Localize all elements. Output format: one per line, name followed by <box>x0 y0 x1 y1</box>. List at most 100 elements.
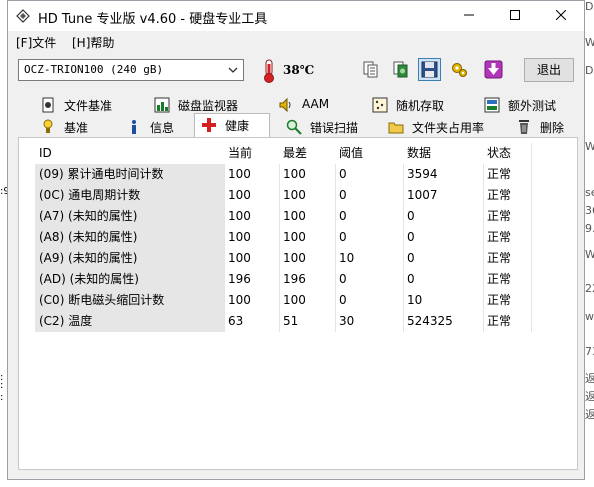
window-title: HD Tune 专业版 v4.60 - 硬盘专业工具 <box>38 12 268 27</box>
maximize-icon <box>510 10 520 20</box>
cell-worst: 100 <box>283 188 306 202</box>
speaker-icon <box>279 97 291 113</box>
tab-label: 基准 <box>64 121 89 135</box>
tab-label: 额外测试 <box>508 99 557 113</box>
options-button[interactable] <box>448 58 471 81</box>
close-button[interactable] <box>538 1 584 31</box>
cell-current: 100 <box>228 209 251 223</box>
download-icon <box>484 60 503 79</box>
cell-id: (0C) 通电周期计数 <box>35 185 224 206</box>
thermometer-icon <box>264 59 274 83</box>
save-button[interactable] <box>418 58 441 81</box>
background-text: : <box>0 392 4 403</box>
benchmark-icon <box>43 119 53 133</box>
column-header-current[interactable]: 当前 <box>224 143 279 164</box>
chevron-down-icon <box>228 67 238 73</box>
background-text: 9. <box>585 222 594 235</box>
hdtune-window: HD Tune 专业版 v4.60 - 硬盘专业工具 [F]文件 [H]帮助 O… <box>7 0 585 480</box>
cell-status: 正常 <box>487 188 512 202</box>
cell-status: 正常 <box>487 293 512 307</box>
cell-id: (C0) 断电磁头缩回计数 <box>35 290 224 311</box>
background-right-strip: D W D W se 36 9. W 22 w 73 返 返 返 <box>584 0 594 487</box>
cell-current: 100 <box>228 167 251 181</box>
health-icon <box>202 118 216 132</box>
cell-data: 524325 <box>407 314 453 328</box>
tab-folder-usage[interactable]: 文件夹占用率 <box>388 117 498 137</box>
cell-data: 0 <box>407 230 415 244</box>
tab-label: 健康 <box>225 119 250 133</box>
temperature-value: 38℃ <box>283 63 315 77</box>
save-icon <box>421 61 438 78</box>
cell-threshold: 0 <box>339 167 347 181</box>
tab-error-scan[interactable]: 错误扫描 <box>286 117 376 137</box>
column-header-status[interactable]: 状态 <box>483 143 531 164</box>
background-text: 返 <box>585 408 594 421</box>
minimize-icon <box>464 14 474 16</box>
cell-status: 正常 <box>487 251 512 265</box>
tab-label: 信息 <box>150 121 175 135</box>
cell-current: 63 <box>228 314 244 328</box>
background-text: W <box>585 140 594 153</box>
copy-screenshot-button[interactable] <box>389 58 412 81</box>
cell-status: 正常 <box>487 272 512 286</box>
download-button[interactable] <box>482 58 505 81</box>
cell-worst: 100 <box>283 209 306 223</box>
info-icon <box>132 120 136 134</box>
background-text: w <box>585 310 594 323</box>
maximize-button[interactable] <box>492 1 538 31</box>
error-scan-icon <box>286 119 302 135</box>
background-text: 22 <box>585 282 594 295</box>
column-header-worst[interactable]: 最差 <box>279 143 335 164</box>
cell-threshold: 10 <box>339 251 355 265</box>
menu-help[interactable]: [H]帮助 <box>72 34 114 51</box>
background-text: W <box>585 248 594 261</box>
column-header-id[interactable]: ID <box>35 143 224 164</box>
cell-status: 正常 <box>487 314 512 328</box>
tab-label: 磁盘监视器 <box>178 99 239 113</box>
cell-worst: 100 <box>283 293 306 307</box>
cell-id: (09) 累计通电时间计数 <box>35 164 224 185</box>
tab-label: 随机存取 <box>396 99 445 113</box>
background-text: 返 <box>585 372 594 385</box>
background-text: D <box>585 0 594 13</box>
cell-data: 0 <box>407 209 415 223</box>
cell-data: 10 <box>407 293 423 307</box>
minimize-button[interactable] <box>446 1 492 31</box>
disk-monitor-icon <box>154 97 170 113</box>
column-header-data[interactable]: 数据 <box>403 143 483 164</box>
extra-tests-icon <box>484 97 500 113</box>
tab-benchmark[interactable]: 基准 <box>40 117 110 137</box>
tab-info[interactable]: 信息 <box>126 117 186 137</box>
column-divider <box>531 143 532 332</box>
tab-disk-monitor[interactable]: 磁盘监视器 <box>154 95 264 115</box>
tab-extra-tests[interactable]: 额外测试 <box>484 95 578 115</box>
tab-erase[interactable]: 删除 <box>516 117 578 137</box>
cell-worst: 51 <box>283 314 299 328</box>
tab-health[interactable]: 健康 <box>194 113 270 137</box>
cell-current: 100 <box>228 188 251 202</box>
tab-label: 错误扫描 <box>310 121 359 135</box>
exit-button[interactable]: 退出 <box>524 58 574 82</box>
tab-strip: 文件基准 磁盘监视器 AAM 随机存取 额外测试 基准 信息 健康 错误扫描 文… <box>18 95 578 137</box>
cell-threshold: 0 <box>339 188 347 202</box>
tab-random-access[interactable]: 随机存取 <box>372 95 472 115</box>
tab-aam[interactable]: AAM <box>278 95 358 115</box>
folder-usage-icon <box>388 122 404 134</box>
column-header-threshold[interactable]: 阈值 <box>335 143 403 164</box>
cell-current: 196 <box>228 272 251 286</box>
drive-select-value: OCZ-TRION100 (240 gB) <box>24 63 164 76</box>
cell-id: (A8) (未知的属性) <box>35 227 224 248</box>
health-panel: ID 当前 最差 阈值 数据 状态 (09) 累计通电时间计数 100 100 … <box>18 137 578 470</box>
cell-threshold: 0 <box>339 293 347 307</box>
title-bar[interactable]: HD Tune 专业版 v4.60 - 硬盘专业工具 <box>8 1 584 31</box>
erase-icon <box>519 120 529 134</box>
drive-select[interactable]: OCZ-TRION100 (240 gB) <box>18 59 244 81</box>
hdtune-app-icon <box>16 9 30 23</box>
copy-text-button[interactable] <box>359 58 382 81</box>
cell-data: 3594 <box>407 167 438 181</box>
background-text: 返 <box>585 390 594 403</box>
cell-status: 正常 <box>487 230 512 244</box>
tab-file-benchmark[interactable]: 文件基准 <box>40 95 140 115</box>
menu-file[interactable]: [F]文件 <box>16 34 56 51</box>
cell-worst: 100 <box>283 167 306 181</box>
